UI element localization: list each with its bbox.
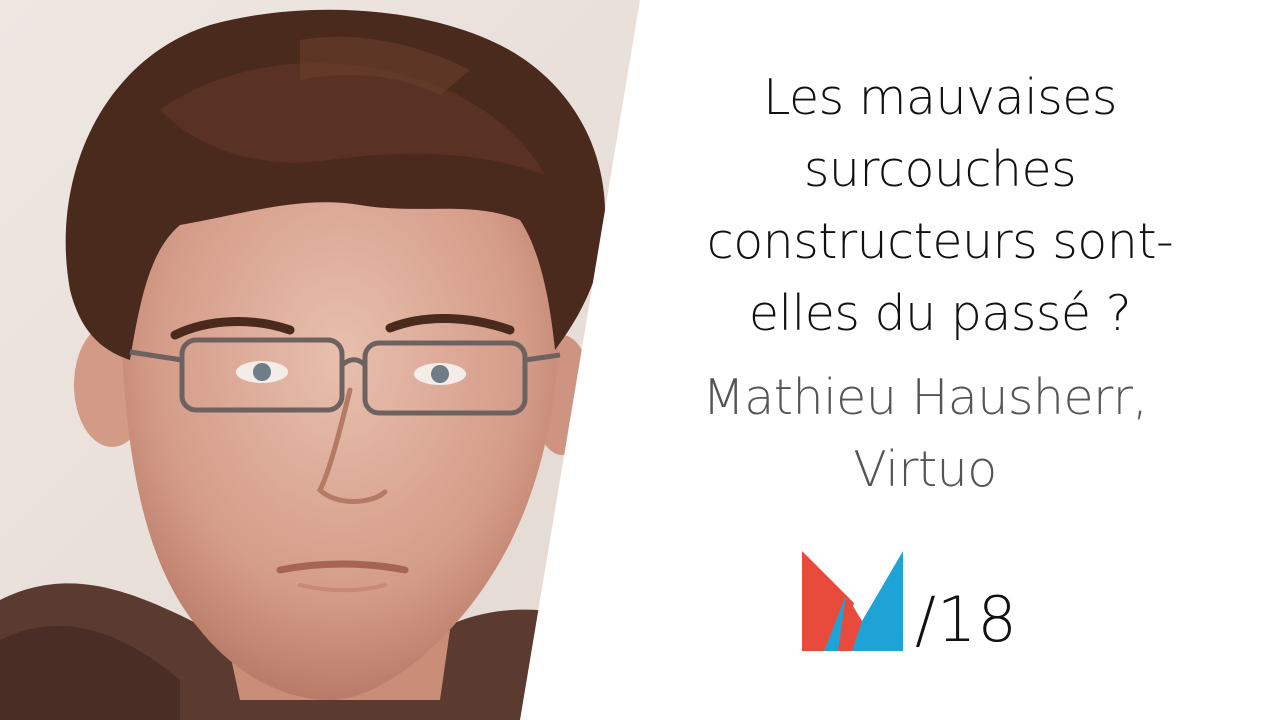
conference-logo — [802, 551, 903, 651]
speaker-name: Mathieu Hausherr, — [702, 369, 1149, 426]
speaker-company: Virtuo — [853, 441, 997, 498]
talk-title-line: constructeurs sont- — [706, 213, 1174, 270]
speaker-info: Mathieu Hausherr, Virtuo — [690, 362, 1160, 506]
edition-number: /18 — [915, 583, 1018, 656]
talk-title: Les mauvaises surcouches constructeurs s… — [690, 62, 1190, 350]
talk-title-line: elles du passé ? — [748, 285, 1132, 342]
talk-title-line: Les mauvaises — [763, 69, 1117, 126]
talk-title-line: surcouches — [803, 141, 1077, 198]
